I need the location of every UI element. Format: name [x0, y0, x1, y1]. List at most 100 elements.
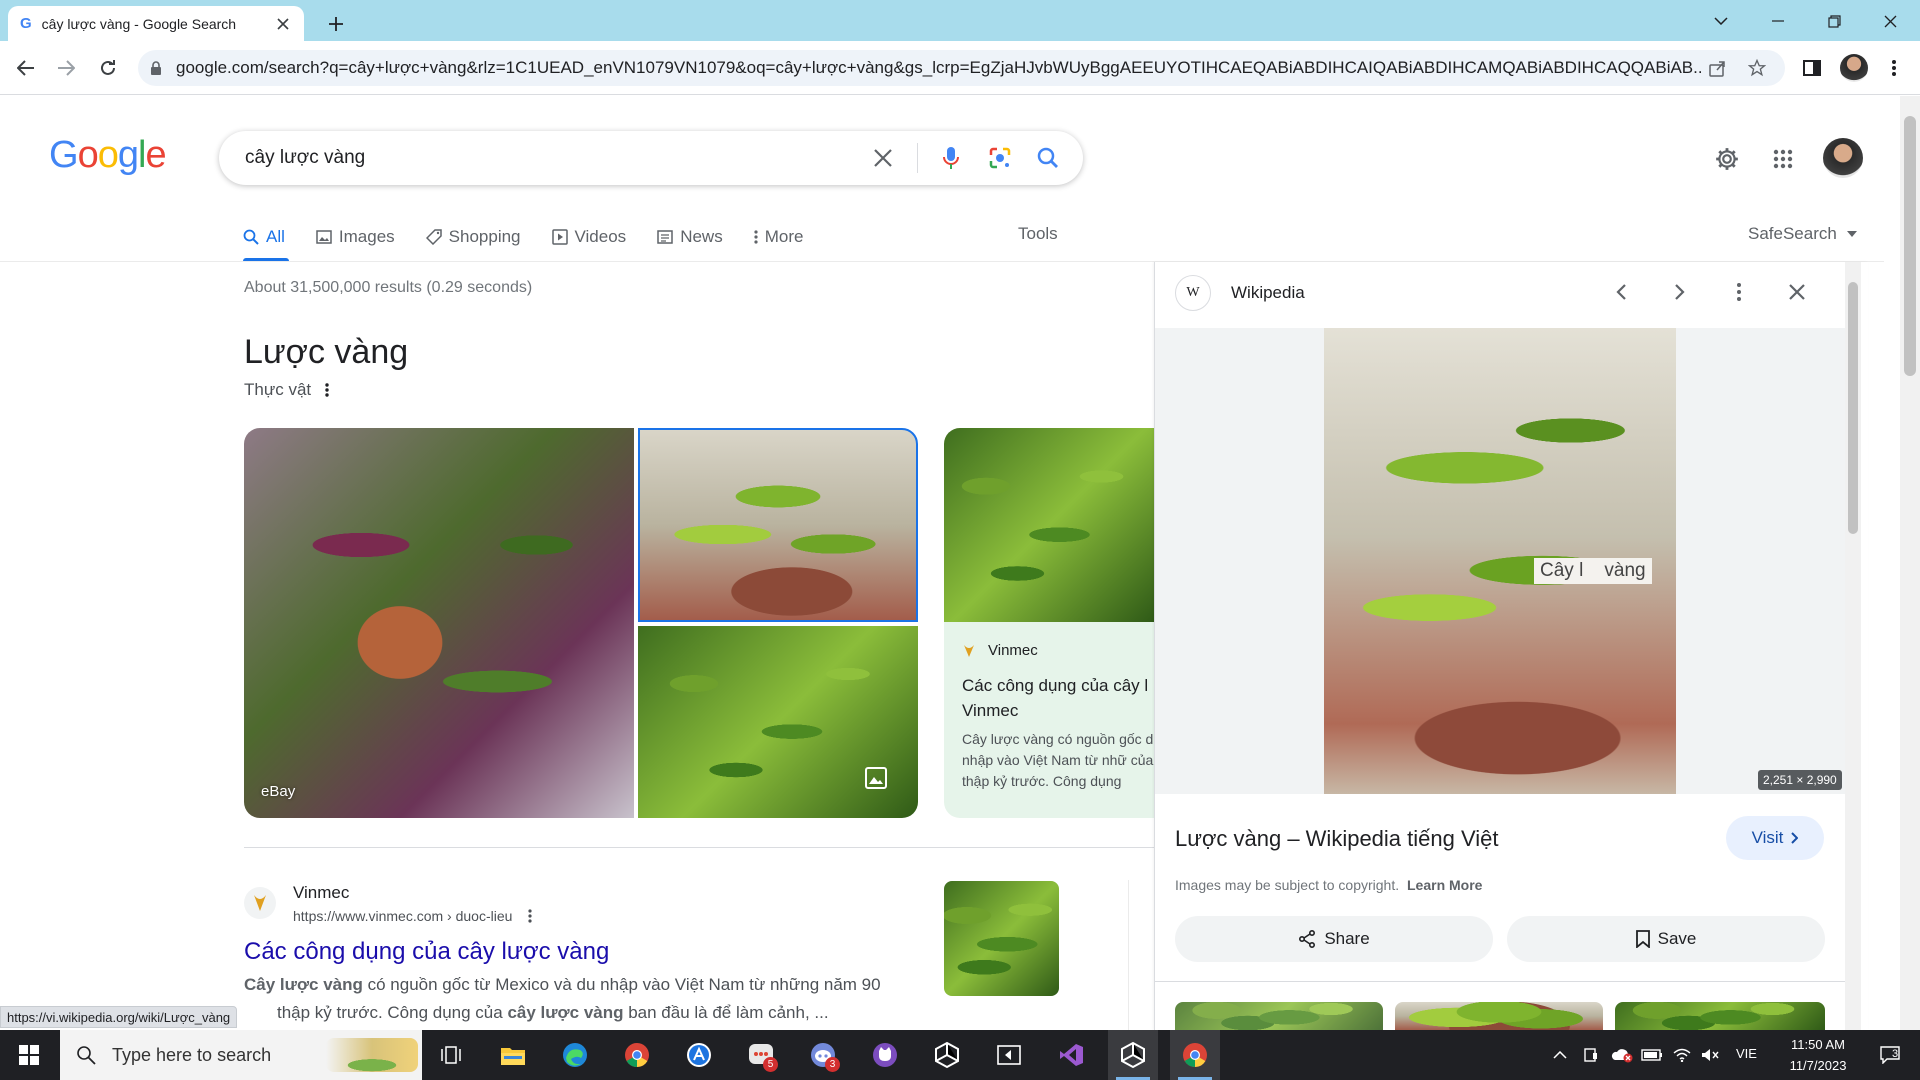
chrome-icon[interactable]: [612, 1030, 662, 1080]
google-apps-grid-icon[interactable]: [1768, 144, 1798, 174]
voice-search-icon[interactable]: [936, 143, 966, 173]
taskbar-search-box[interactable]: Type here to search: [60, 1030, 422, 1080]
vinmec-card[interactable]: Vinmec Các công dụng của cây l Vinmec Câ…: [944, 622, 1154, 818]
result-menu-icon[interactable]: [528, 908, 533, 924]
reload-button[interactable]: [92, 52, 124, 84]
kebab-icon: [754, 230, 758, 244]
result-title-link[interactable]: Các công dụng của cây lược vàng: [244, 938, 609, 966]
result-thumbnail[interactable]: [944, 881, 1059, 996]
knowledge-menu-icon[interactable]: [325, 382, 329, 398]
volume-muted-icon[interactable]: [1696, 1042, 1724, 1068]
onedrive-error-icon[interactable]: [1607, 1042, 1637, 1068]
new-tab-button[interactable]: [322, 10, 350, 38]
previous-image-icon[interactable]: [1603, 274, 1639, 310]
close-window-button[interactable]: [1872, 6, 1908, 36]
result-url: https://www.vinmec.com › duoc-lieu: [293, 908, 533, 924]
plant-image-foliage[interactable]: [638, 626, 918, 818]
panel-scrollbar[interactable]: [1845, 262, 1861, 1030]
clock-time: 11:50 AM: [1791, 1037, 1845, 1052]
chrome-active-icon[interactable]: [1170, 1030, 1220, 1080]
profile-avatar[interactable]: [1840, 54, 1868, 82]
unity-hub-icon[interactable]: [922, 1030, 972, 1080]
panel-image-title[interactable]: Lược vàng – Wikipedia tiếng Việt: [1175, 826, 1498, 852]
search-submit-icon[interactable]: [1033, 143, 1063, 173]
wifi-icon[interactable]: [1668, 1042, 1696, 1068]
next-image-icon[interactable]: [1662, 274, 1698, 310]
unity-active-icon[interactable]: [1108, 1030, 1158, 1080]
related-image-2[interactable]: [1395, 1002, 1603, 1030]
account-avatar[interactable]: [1823, 138, 1863, 178]
tab-more[interactable]: More: [754, 222, 803, 252]
visit-button[interactable]: Visit: [1726, 816, 1824, 860]
lens-search-icon[interactable]: [985, 143, 1015, 173]
windows-start-button[interactable]: [4, 1030, 54, 1080]
edge-browser-icon[interactable]: [550, 1030, 600, 1080]
address-bar[interactable]: google.com/search?q=cây+lược+vàng&rlz=1C…: [138, 50, 1785, 86]
tab-search-chevron-icon[interactable]: [1706, 6, 1736, 36]
page-scrollbar-thumb[interactable]: [1904, 116, 1916, 376]
safesearch-button[interactable]: SafeSearch: [1748, 224, 1857, 244]
messaging-app-icon[interactable]: 5: [736, 1030, 786, 1080]
battery-icon[interactable]: [1637, 1042, 1667, 1068]
related-image-3[interactable]: [1615, 1002, 1825, 1030]
notification-center-icon[interactable]: 3: [1870, 1040, 1910, 1070]
save-button[interactable]: Save: [1507, 916, 1825, 962]
chrome-menu-icon[interactable]: [1880, 52, 1908, 84]
copyright-notice: Images may be subject to copyright. Lear…: [1175, 877, 1482, 893]
panel-close-icon[interactable]: [1779, 274, 1815, 310]
lock-icon[interactable]: [150, 60, 162, 76]
search-icon: [243, 229, 259, 245]
plant-image-ebay[interactable]: eBay: [244, 428, 634, 818]
tab-news[interactable]: News: [657, 222, 723, 252]
tab-videos[interactable]: Videos: [551, 222, 626, 252]
page-scrollbar[interactable]: [1900, 96, 1920, 1030]
vinmec-card-source: Vinmec: [962, 642, 1038, 659]
result-site-name: Vinmec: [293, 883, 350, 902]
unity-editor-icon[interactable]: [984, 1030, 1034, 1080]
show-hidden-icons-chevron[interactable]: [1547, 1042, 1573, 1068]
forward-button[interactable]: [50, 52, 82, 84]
task-view-icon[interactable]: [426, 1030, 476, 1080]
app-store-icon[interactable]: [674, 1030, 724, 1080]
newspaper-icon: [657, 230, 673, 244]
search-divider: [917, 143, 918, 173]
device-tray-icon[interactable]: [1578, 1042, 1604, 1068]
tab-shopping[interactable]: Shopping: [425, 222, 521, 252]
related-image-1[interactable]: [1175, 1002, 1383, 1030]
share-button[interactable]: Share: [1175, 916, 1493, 962]
visual-studio-icon[interactable]: [1046, 1030, 1096, 1080]
panel-source-favicon[interactable]: W: [1175, 275, 1211, 311]
panel-main-image[interactable]: Cây l vàng: [1324, 328, 1676, 794]
learn-more-link[interactable]: Learn More: [1407, 877, 1482, 893]
search-box[interactable]: cây lược vàng: [219, 131, 1083, 185]
panel-source-name[interactable]: Wikipedia: [1231, 283, 1305, 303]
tools-button[interactable]: Tools: [1018, 224, 1058, 244]
browser-tab[interactable]: G cây lược vàng - Google Search: [8, 6, 304, 41]
more-images-icon[interactable]: [862, 764, 890, 792]
input-language[interactable]: VIE: [1736, 1046, 1757, 1061]
github-desktop-icon[interactable]: [860, 1030, 910, 1080]
tab-all[interactable]: All: [243, 222, 289, 261]
settings-gear-icon[interactable]: [1712, 144, 1742, 174]
search-input[interactable]: cây lược vàng: [245, 147, 365, 169]
image-icon: [316, 230, 332, 244]
snippet-bold-1: Cây lược vàng: [244, 975, 363, 994]
minimize-button[interactable]: [1760, 6, 1796, 36]
back-button[interactable]: [10, 52, 42, 84]
discord-icon[interactable]: 3: [798, 1030, 848, 1080]
panel-scrollbar-thumb[interactable]: [1848, 282, 1858, 534]
clock[interactable]: 11:50 AM 11/7/2023: [1772, 1034, 1864, 1076]
tab-close-icon[interactable]: [274, 15, 292, 33]
share-page-icon[interactable]: [1701, 52, 1733, 84]
google-logo[interactable]: Google: [49, 134, 167, 177]
panel-more-icon[interactable]: [1721, 274, 1757, 310]
clear-search-icon[interactable]: [869, 144, 897, 172]
side-panel-icon[interactable]: [1796, 52, 1828, 84]
vinmec-card-image[interactable]: [944, 428, 1154, 622]
bookmark-star-icon[interactable]: [1741, 52, 1773, 84]
tab-images[interactable]: Images: [316, 222, 395, 252]
restore-button[interactable]: [1816, 6, 1852, 36]
file-explorer-icon[interactable]: [488, 1030, 538, 1080]
plant-image-selected[interactable]: [638, 428, 918, 622]
vinmec-site-favicon[interactable]: [244, 887, 276, 919]
